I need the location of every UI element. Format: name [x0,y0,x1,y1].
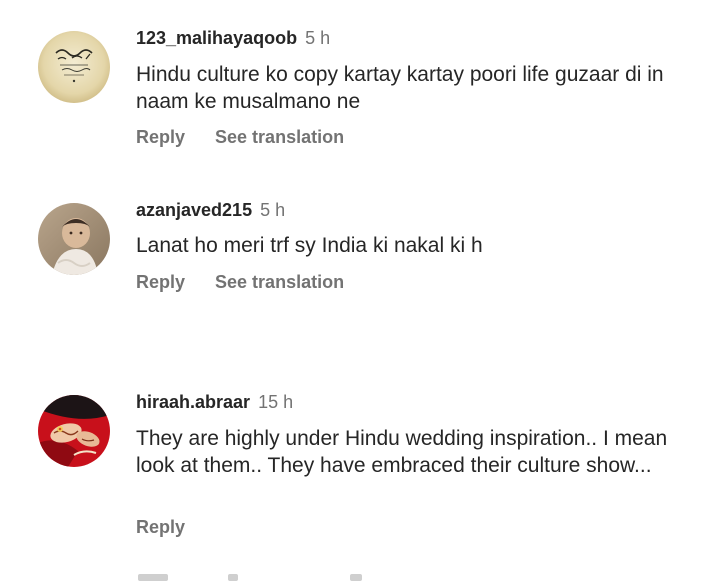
next-comment-partial [0,574,705,581]
partial-text-fragment [350,574,362,581]
comment-text: They are highly under Hindu wedding insp… [136,427,668,477]
partial-text-fragment [228,574,238,581]
comment-timestamp: 15 h [258,392,294,412]
avatar[interactable] [38,395,110,467]
comment-meta: hiraah.abraar 15 h [136,391,293,413]
reply-button[interactable]: Reply [136,517,185,537]
henna-hands-avatar-icon [38,395,110,467]
comment-actions: Reply [136,516,185,538]
comment-item: hiraah.abraar 15 h They are highly under … [0,0,705,545]
comment-username[interactable]: hiraah.abraar [136,392,250,412]
partial-text-fragment [138,574,168,581]
